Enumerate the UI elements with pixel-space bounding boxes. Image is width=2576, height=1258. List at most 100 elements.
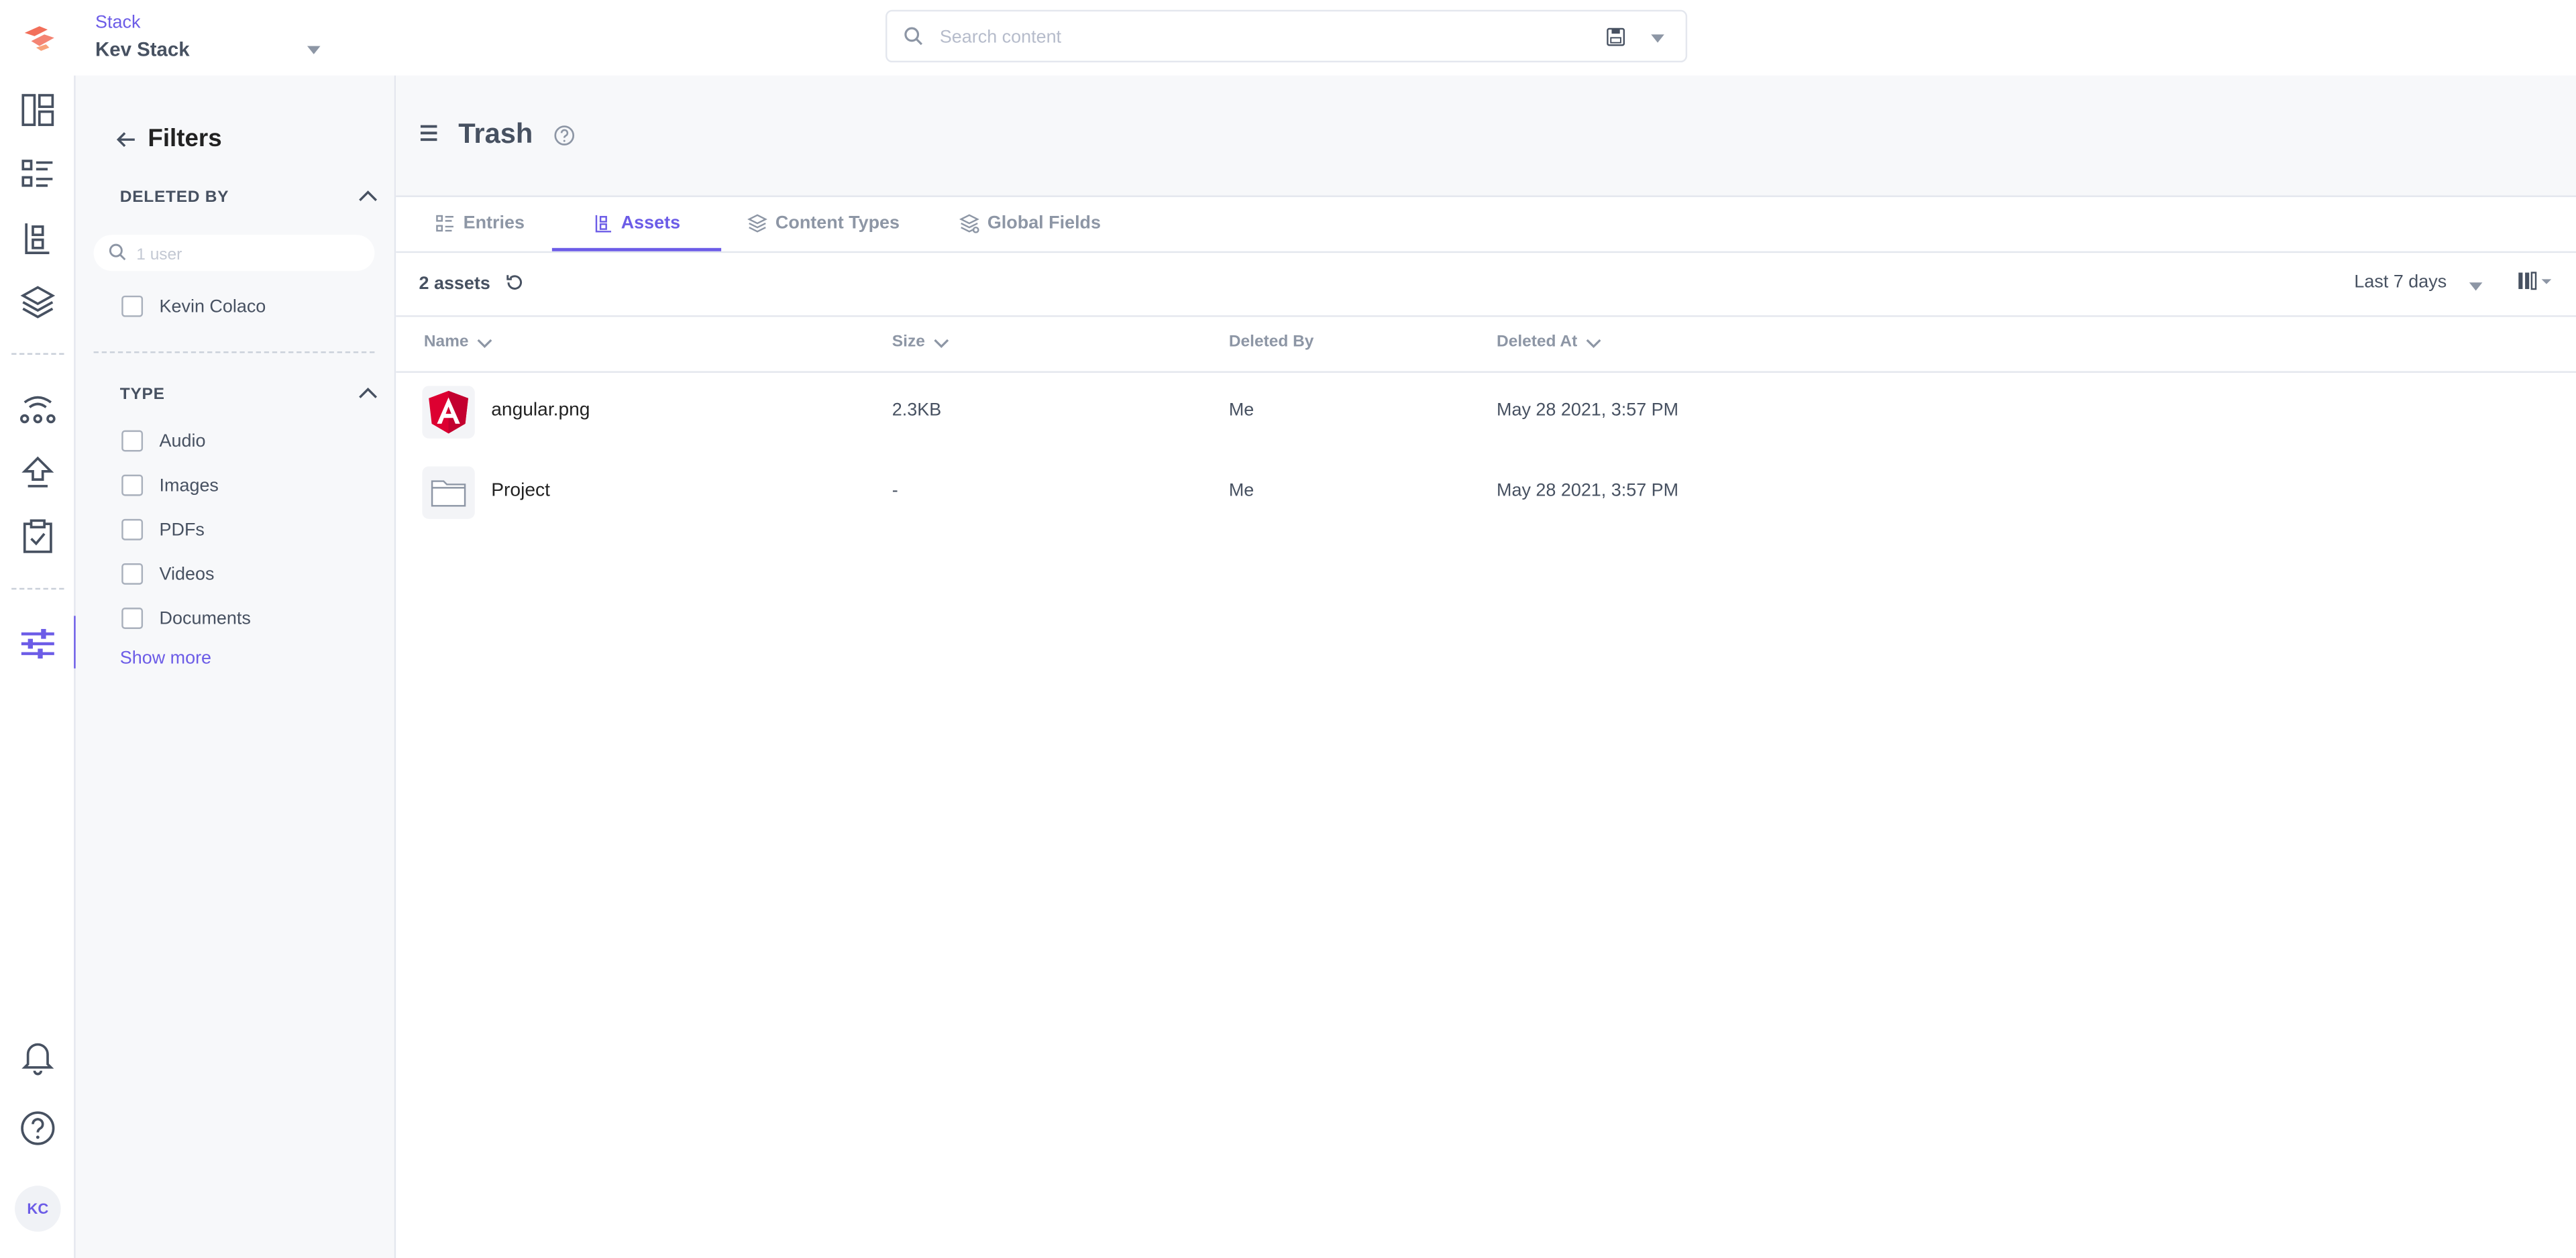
column-label: Deleted By [1228, 333, 1314, 352]
filter-option-label: Documents [159, 608, 251, 628]
filter-option-label: Audio [159, 431, 206, 451]
filter-option-kevin-colaco[interactable]: Kevin Colaco [121, 295, 266, 317]
tab-label: Entries [463, 213, 525, 233]
tab-entries[interactable]: Entries [435, 197, 525, 249]
contentstack-logo-icon[interactable] [19, 18, 59, 58]
publish-queue-icon[interactable] [18, 453, 58, 493]
column-label: Deleted At [1497, 333, 1578, 352]
assets-icon[interactable] [18, 219, 58, 258]
filter-option-label: Kevin Colaco [159, 296, 266, 317]
date-range-chevron-icon[interactable] [2469, 282, 2483, 291]
column-label: Name [423, 333, 469, 352]
user-search-input[interactable] [133, 239, 354, 270]
tab-global-fields[interactable]: Global Fields [959, 197, 1101, 249]
user-avatar[interactable]: KC [15, 1186, 61, 1232]
filters-header: Filters [115, 125, 222, 153]
folder-icon [431, 480, 466, 507]
date-range-select[interactable]: Last 7 days [2354, 273, 2447, 292]
page-title: Trash [458, 118, 533, 150]
tab-label: Global Fields [987, 213, 1102, 233]
filter-option-documents[interactable]: Documents [121, 608, 251, 629]
filter-option-pdfs[interactable]: PDFs [121, 518, 205, 540]
column-settings-icon[interactable] [2517, 271, 2557, 294]
table-row[interactable]: Project - Me May 28 2021, 3:57 PM [396, 453, 2576, 532]
search-options-chevron-icon[interactable] [1651, 34, 1664, 43]
asset-name[interactable]: Project [491, 481, 550, 501]
section-divider [93, 351, 375, 353]
entries-icon[interactable] [18, 154, 58, 194]
list-toolbar: 2 assets Last 7 days [396, 253, 2576, 317]
stack-label: Stack [95, 13, 141, 33]
stack-chevron-down-icon[interactable] [307, 46, 321, 54]
filters-panel: Filters DELETED BY Kevin Colaco TYPE Aud… [75, 75, 396, 1258]
assets-icon [595, 214, 612, 232]
asset-thumbnail [422, 466, 475, 519]
deleted-at: May 28 2021, 3:57 PM [1497, 481, 1679, 501]
asset-thumbnail [422, 386, 475, 439]
release-icon[interactable] [18, 388, 58, 427]
sort-chevron-icon[interactable] [477, 336, 493, 349]
chevron-up-icon[interactable] [358, 189, 378, 205]
deleted-by-section-title[interactable]: DELETED BY [120, 189, 229, 207]
refresh-icon[interactable] [504, 273, 524, 292]
tasks-icon[interactable] [18, 517, 58, 557]
tab-label: Content Types [775, 213, 900, 233]
show-more-link[interactable]: Show more [120, 648, 211, 668]
deleted-by: Me [1228, 400, 1254, 420]
search-input[interactable] [936, 21, 1568, 54]
saved-search-icon[interactable] [1607, 27, 1625, 46]
page-header: Trash [396, 75, 2576, 197]
entries-icon [436, 215, 453, 232]
asset-name[interactable]: angular.png [491, 401, 590, 420]
table-header: Name Size Deleted By Deleted At [396, 317, 2576, 373]
settings-sliders-icon[interactable] [18, 624, 58, 664]
filter-option-images[interactable]: Images [121, 474, 219, 496]
filter-option-audio[interactable]: Audio [121, 430, 206, 452]
deleted-at: May 28 2021, 3:57 PM [1497, 400, 1679, 420]
tab-assets[interactable]: Assets [551, 197, 722, 251]
checkbox[interactable] [121, 474, 144, 496]
tab-content-types[interactable]: Content Types [747, 197, 900, 249]
column-label: Size [892, 333, 925, 352]
column-header-name[interactable]: Name [424, 333, 493, 351]
search-box[interactable] [885, 9, 1688, 63]
checkbox[interactable] [121, 518, 144, 540]
main-content: Trash Entries Assets Content Types Globa… [396, 75, 2576, 1258]
search-icon [904, 27, 923, 46]
filter-option-label: PDFs [159, 520, 205, 540]
column-header-deleted-by: Deleted By [1229, 333, 1314, 351]
checkbox[interactable] [121, 608, 144, 629]
type-section-title[interactable]: TYPE [120, 386, 165, 404]
help-icon[interactable] [18, 1108, 58, 1148]
filter-option-videos[interactable]: Videos [121, 563, 214, 585]
sort-chevron-icon[interactable] [1586, 336, 1602, 349]
stack-selector[interactable]: Kev Stack [95, 38, 190, 60]
top-bar: Stack Kev Stack [0, 0, 2576, 76]
sort-chevron-icon[interactable] [933, 336, 949, 349]
column-header-size[interactable]: Size [892, 333, 950, 351]
tab-label: Assets [621, 213, 681, 233]
content-types-icon [747, 214, 767, 233]
back-arrow-icon[interactable] [115, 127, 138, 150]
rail-divider [11, 353, 64, 355]
checkbox[interactable] [121, 563, 144, 585]
asset-count: 2 assets [419, 274, 490, 294]
content-models-icon[interactable] [18, 282, 58, 322]
checkbox[interactable] [121, 295, 144, 317]
column-header-deleted-at[interactable]: Deleted At [1497, 333, 1602, 351]
notifications-bell-icon[interactable] [18, 1036, 58, 1076]
deleted-by: Me [1228, 481, 1254, 501]
asset-size: - [892, 481, 898, 501]
dashboard-icon[interactable] [18, 91, 58, 130]
help-circle-icon[interactable] [553, 125, 575, 146]
filters-title: Filters [148, 125, 222, 153]
filter-option-label: Images [159, 475, 219, 496]
rail-divider [11, 587, 64, 590]
global-fields-icon [959, 214, 979, 233]
hamburger-menu-icon[interactable] [419, 123, 438, 143]
user-search-box[interactable] [93, 235, 375, 272]
search-icon [109, 243, 126, 261]
checkbox[interactable] [121, 430, 144, 452]
chevron-up-icon[interactable] [358, 386, 378, 402]
table-row[interactable]: angular.png 2.3KB Me May 28 2021, 3:57 P… [396, 373, 2576, 452]
